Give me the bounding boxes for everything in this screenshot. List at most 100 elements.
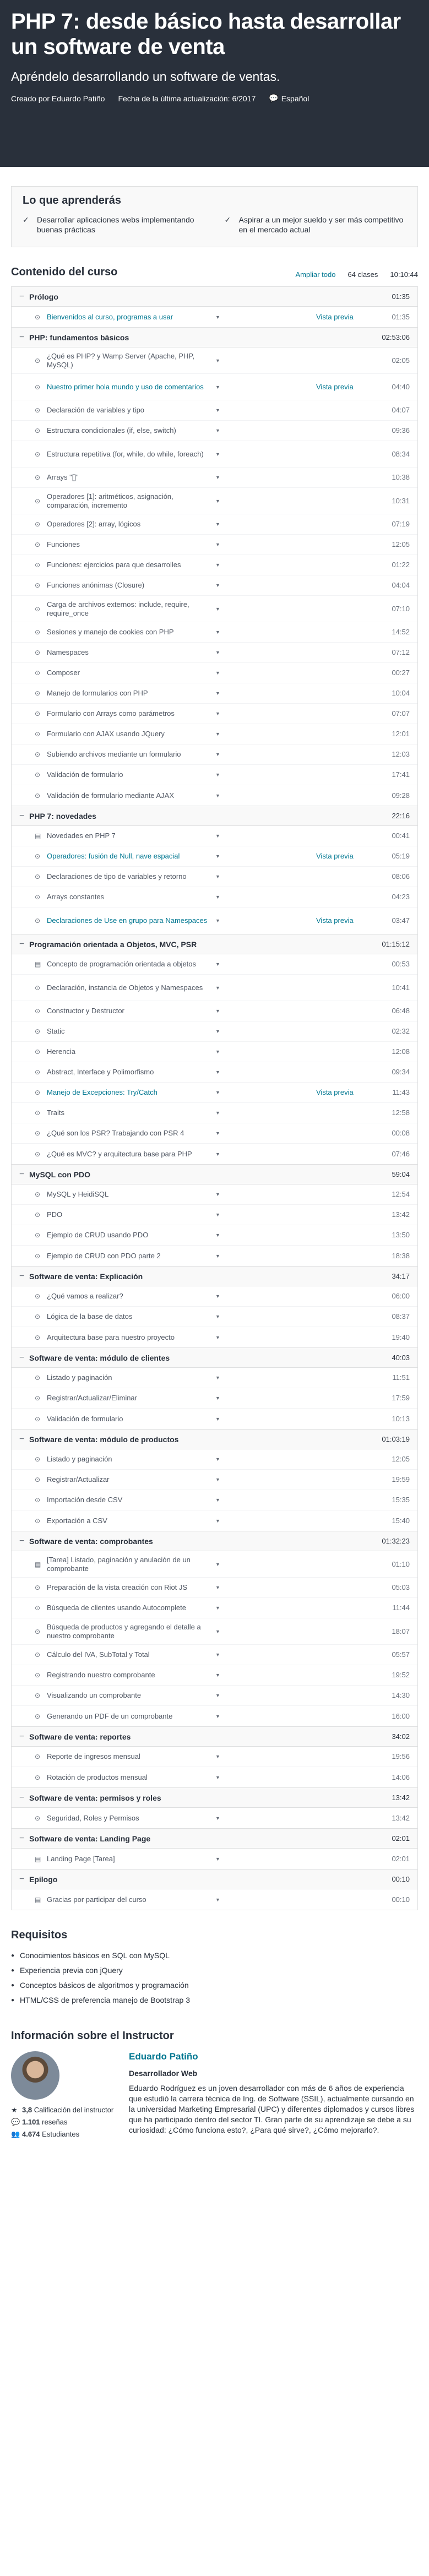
lecture-duration: 19:40 — [392, 1333, 410, 1341]
section-header[interactable]: − MySQL con PDO 59:04 — [12, 1165, 417, 1184]
chevron-down-icon[interactable]: ▼ — [215, 1047, 224, 1056]
chevron-down-icon[interactable]: ▼ — [215, 1604, 224, 1612]
chevron-down-icon[interactable]: ▼ — [215, 1068, 224, 1077]
lecture-title[interactable]: Declaraciones de Use en grupo para Names… — [47, 916, 212, 925]
chevron-down-icon[interactable]: ▼ — [215, 1496, 224, 1504]
lecture-title[interactable]: Nuestro primer hola mundo y uso de comen… — [47, 383, 212, 392]
chevron-down-icon[interactable]: ▼ — [215, 1088, 224, 1097]
chevron-down-icon[interactable]: ▼ — [215, 1210, 224, 1219]
chevron-down-icon[interactable]: ▼ — [215, 1627, 224, 1636]
section-header[interactable]: − PHP 7: novedades 22:16 — [12, 806, 417, 826]
lecture-title[interactable]: Manejo de Excepciones: Try/Catch — [47, 1088, 212, 1097]
chevron-down-icon[interactable]: ▼ — [215, 540, 224, 549]
section-header[interactable]: − Software de venta: módulo de clientes 40… — [12, 1348, 417, 1368]
preview-link[interactable]: Vista previa — [316, 852, 388, 861]
chevron-down-icon[interactable]: ▼ — [215, 356, 224, 365]
chevron-down-icon[interactable]: ▼ — [215, 770, 224, 779]
chevron-down-icon[interactable]: ▼ — [215, 1373, 224, 1382]
preview-link[interactable]: Vista previa — [316, 1088, 388, 1097]
chevron-down-icon[interactable]: ▼ — [215, 1752, 224, 1761]
chevron-down-icon[interactable]: ▼ — [215, 1671, 224, 1680]
chevron-down-icon[interactable]: ▼ — [215, 1855, 224, 1863]
chevron-down-icon[interactable]: ▼ — [215, 1455, 224, 1464]
chevron-down-icon[interactable]: ▼ — [215, 960, 224, 969]
chevron-down-icon[interactable]: ▼ — [215, 852, 224, 861]
chevron-down-icon[interactable]: ▼ — [215, 1650, 224, 1659]
instructor-name[interactable]: Eduardo Patiño — [129, 2051, 418, 2062]
chevron-down-icon[interactable]: ▼ — [215, 520, 224, 529]
chevron-down-icon[interactable]: ▼ — [215, 581, 224, 590]
chevron-down-icon[interactable]: ▼ — [215, 1583, 224, 1592]
chevron-down-icon[interactable]: ▼ — [215, 426, 224, 435]
chevron-down-icon[interactable]: ▼ — [215, 628, 224, 637]
section-header[interactable]: − Software de venta: Landing Page 02:01 — [12, 1829, 417, 1849]
preview-link[interactable]: Vista previa — [316, 313, 388, 322]
chevron-down-icon[interactable]: ▼ — [215, 750, 224, 759]
lecture-row[interactable]: ⊙ Bienvenidos al curso, programas a usar ▼… — [12, 307, 417, 327]
lecture-row[interactable]: ⊙ Operadores: fusión de Null, nave espaci… — [12, 846, 417, 867]
section-header[interactable]: − PHP: fundamentos básicos 02:53:06 — [12, 328, 417, 347]
chevron-down-icon[interactable]: ▼ — [215, 1312, 224, 1321]
section-header[interactable]: − Epílogo 00:10 — [12, 1869, 417, 1889]
chevron-down-icon[interactable]: ▼ — [215, 561, 224, 569]
chevron-down-icon[interactable]: ▼ — [215, 730, 224, 738]
section-header[interactable]: − Software de venta: permisos y roles 13:4… — [12, 1788, 417, 1808]
chevron-down-icon[interactable]: ▼ — [215, 473, 224, 482]
chevron-down-icon[interactable]: ▼ — [215, 1333, 224, 1342]
chevron-down-icon[interactable]: ▼ — [215, 1895, 224, 1904]
play-circle-icon: ⊙ — [35, 1517, 41, 1525]
section-header[interactable]: − Software de venta: módulo de productos 0… — [12, 1430, 417, 1449]
chevron-down-icon[interactable]: ▼ — [215, 832, 224, 840]
chevron-down-icon[interactable]: ▼ — [215, 872, 224, 881]
chevron-down-icon[interactable]: ▼ — [215, 1394, 224, 1403]
chevron-down-icon[interactable]: ▼ — [215, 1712, 224, 1721]
expand-all-button[interactable]: Ampliar todo — [295, 270, 335, 279]
chevron-down-icon[interactable]: ▼ — [215, 916, 224, 925]
chevron-down-icon[interactable]: ▼ — [215, 450, 224, 459]
lecture-row[interactable]: ⊙ Manejo de Excepciones: Try/Catch ▼ Vista … — [12, 1083, 417, 1103]
chevron-down-icon[interactable]: ▼ — [215, 893, 224, 901]
lecture-row[interactable]: ⊙ Declaraciones de Use en grupo para Name… — [12, 907, 417, 934]
created-by[interactable]: Creado por Eduardo Patiño — [11, 94, 105, 103]
chevron-down-icon[interactable]: ▼ — [215, 1415, 224, 1423]
chevron-down-icon[interactable]: ▼ — [215, 1027, 224, 1036]
lecture-row[interactable]: ⊙ Nuestro primer hola mundo y uso de come… — [12, 374, 417, 400]
chevron-down-icon[interactable]: ▼ — [215, 1129, 224, 1138]
preview-link[interactable]: Vista previa — [316, 916, 388, 925]
star-icon: ★ — [11, 2106, 18, 2114]
chevron-down-icon[interactable]: ▼ — [215, 1814, 224, 1823]
chevron-down-icon[interactable]: ▼ — [215, 1691, 224, 1700]
chevron-down-icon[interactable]: ▼ — [215, 313, 224, 322]
chevron-down-icon[interactable]: ▼ — [215, 1190, 224, 1199]
chevron-down-icon[interactable]: ▼ — [215, 1773, 224, 1782]
chevron-down-icon[interactable]: ▼ — [215, 1007, 224, 1015]
chevron-down-icon[interactable]: ▼ — [215, 669, 224, 677]
chevron-down-icon[interactable]: ▼ — [215, 689, 224, 698]
chevron-down-icon[interactable]: ▼ — [215, 791, 224, 800]
section-header[interactable]: − Software de venta: comprobantes 01:32:23 — [12, 1531, 417, 1551]
lecture-duration: 00:08 — [392, 1129, 410, 1137]
chevron-down-icon[interactable]: ▼ — [215, 709, 224, 718]
chevron-down-icon[interactable]: ▼ — [215, 1252, 224, 1260]
chevron-down-icon[interactable]: ▼ — [215, 1560, 224, 1569]
chevron-down-icon[interactable]: ▼ — [215, 605, 224, 613]
chevron-down-icon[interactable]: ▼ — [215, 1231, 224, 1240]
section-header[interactable]: − Programación orientada a Objetos, MVC, … — [12, 934, 417, 954]
chevron-down-icon[interactable]: ▼ — [215, 383, 224, 392]
chevron-down-icon[interactable]: ▼ — [215, 1475, 224, 1484]
section-header[interactable]: − Software de venta: reportes 34:02 — [12, 1727, 417, 1747]
chevron-down-icon[interactable]: ▼ — [215, 406, 224, 415]
chevron-down-icon[interactable]: ▼ — [215, 497, 224, 506]
lecture-title[interactable]: Bienvenidos al curso, programas a usar — [47, 313, 212, 322]
chevron-down-icon[interactable]: ▼ — [215, 648, 224, 657]
chevron-down-icon[interactable]: ▼ — [215, 1292, 224, 1301]
section-header[interactable]: − Software de venta: Explicación 34:17 — [12, 1267, 417, 1286]
chevron-down-icon[interactable]: ▼ — [215, 1517, 224, 1525]
chevron-down-icon[interactable]: ▼ — [215, 1150, 224, 1159]
chevron-down-icon[interactable]: ▼ — [215, 983, 224, 992]
instructor-avatar[interactable] — [11, 2051, 59, 2100]
lecture-title[interactable]: Operadores: fusión de Null, nave espacia… — [47, 852, 212, 861]
chevron-down-icon[interactable]: ▼ — [215, 1108, 224, 1117]
section-header[interactable]: − Prólogo 01:35 — [12, 287, 417, 307]
preview-link[interactable]: Vista previa — [316, 383, 388, 392]
